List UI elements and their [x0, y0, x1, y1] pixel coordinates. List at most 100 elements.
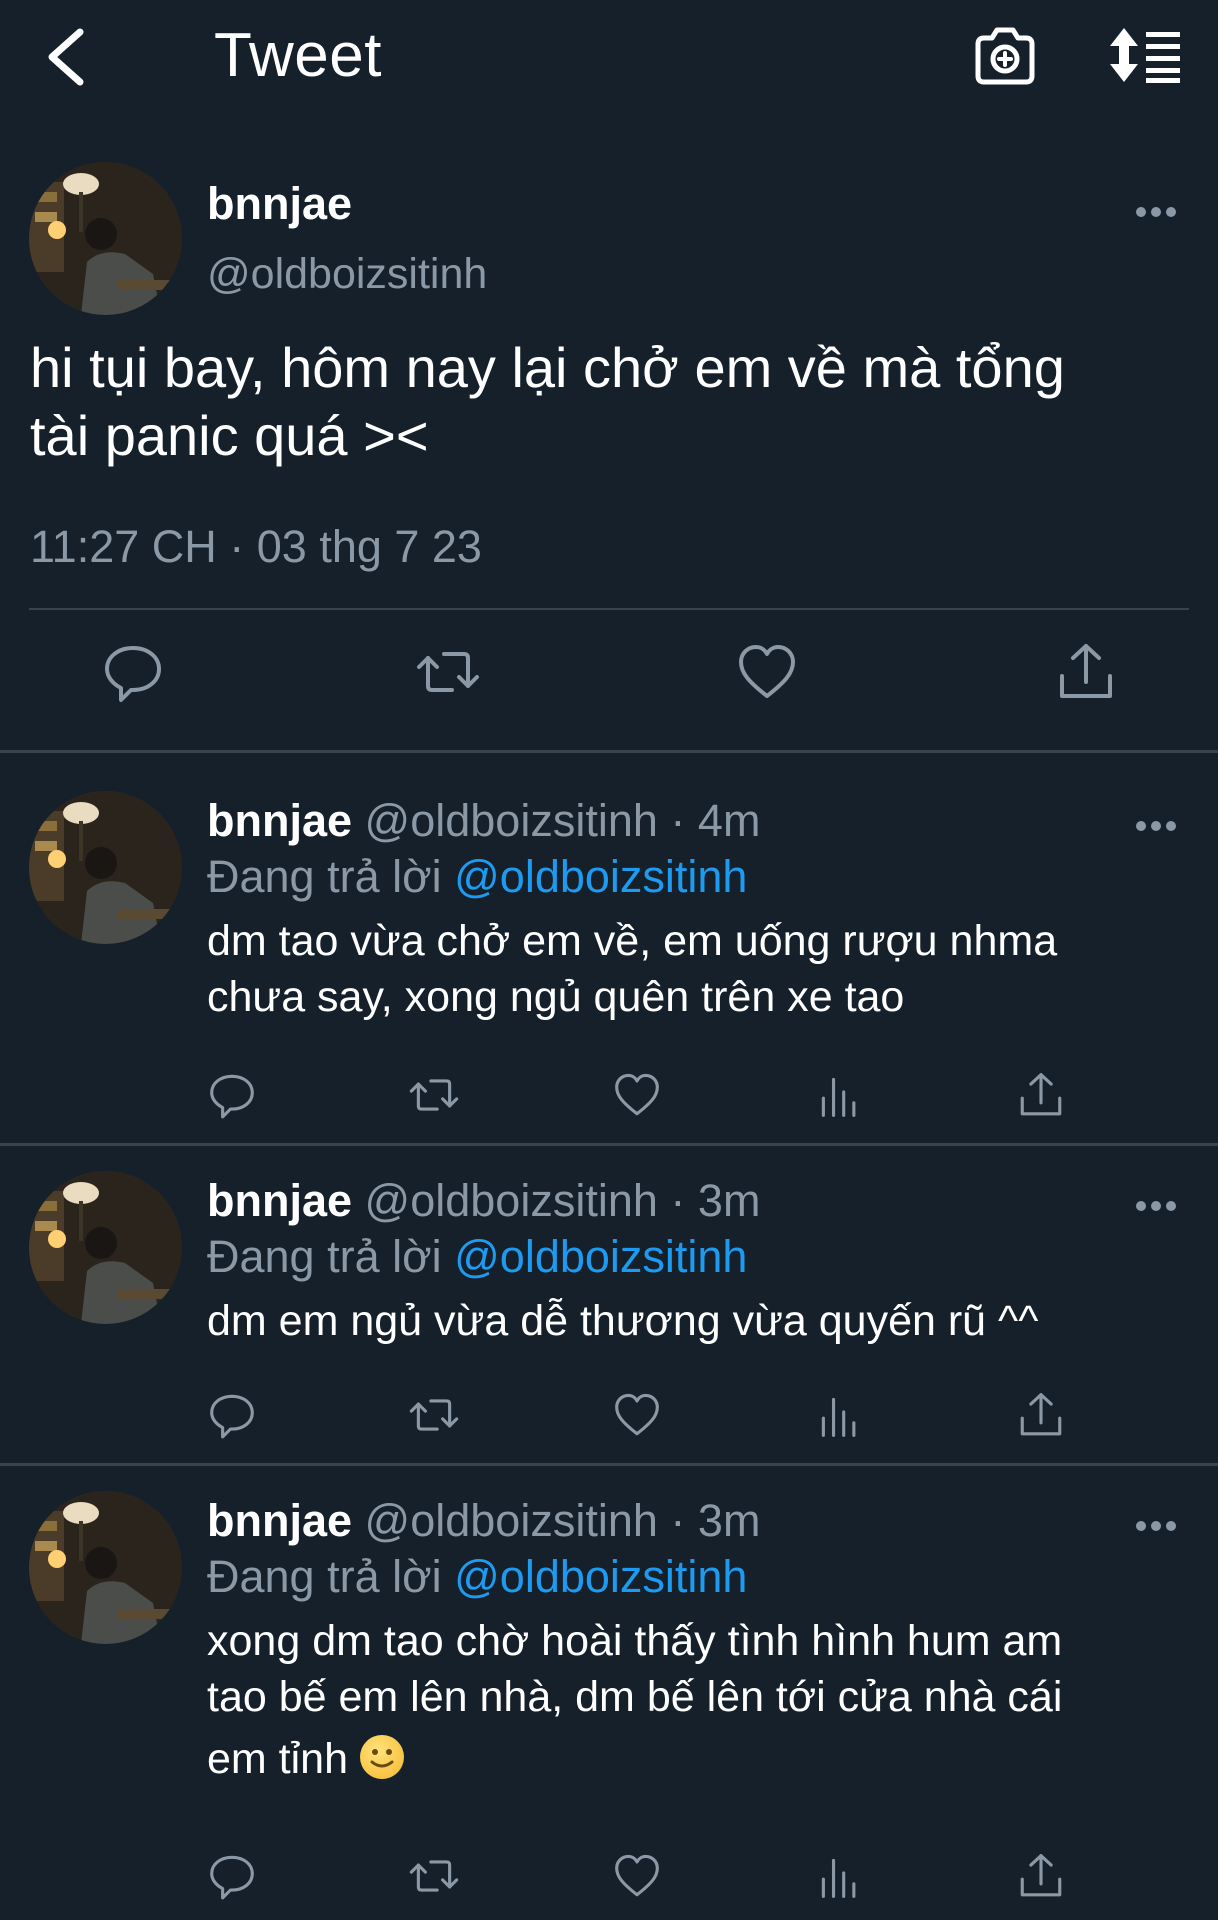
- divider: [29, 608, 1189, 610]
- author-handle[interactable]: @oldboizsitinh: [207, 250, 487, 299]
- reply-time[interactable]: 4m: [698, 795, 761, 846]
- more-icon: [1136, 207, 1176, 217]
- like-button[interactable]: [612, 1390, 662, 1440]
- back-button[interactable]: [40, 26, 96, 88]
- more-options-button[interactable]: [1134, 1519, 1178, 1533]
- share-button[interactable]: [1054, 640, 1118, 704]
- main-tweet: bnnjae @oldboizsitinh hi tụi bay, hôm na…: [0, 138, 1218, 750]
- share-button[interactable]: [1016, 1851, 1066, 1901]
- retweet-button[interactable]: [409, 1390, 459, 1440]
- reply-header: bnnjae @oldboizsitinh · 4m: [207, 795, 760, 847]
- more-options-button[interactable]: [1134, 205, 1178, 219]
- reply-text-line: chưa say, xong ngủ quên trên xe tao: [207, 973, 905, 1021]
- author-handle[interactable]: @oldboizsitinh: [365, 1175, 658, 1226]
- avatar[interactable]: [29, 791, 182, 944]
- tweet-timestamp[interactable]: 11:27 CH · 03 thg 7 23: [30, 521, 482, 573]
- separator-dot: ·: [670, 795, 686, 846]
- replying-to: Đang trả lời @oldboizsitinh: [207, 1231, 747, 1283]
- reply-text-line: xong dm tao chờ hoài thấy tình hình hum …: [207, 1617, 1063, 1665]
- camera-button[interactable]: [972, 24, 1038, 86]
- more-options-button[interactable]: [1134, 819, 1178, 833]
- reply-tweet[interactable]: bnnjae @oldboizsitinh · 3m Đang trả lời …: [0, 1133, 1218, 1463]
- reply-icon: [210, 1855, 254, 1900]
- reply-button[interactable]: [207, 1070, 257, 1120]
- reply-icon: [210, 1394, 254, 1439]
- reply-text: dm tao vừa chở em về, em uống rượu nhma …: [207, 913, 1187, 1025]
- share-button[interactable]: [1016, 1070, 1066, 1120]
- mention-link[interactable]: @oldboizsitinh: [454, 1551, 747, 1602]
- retweet-button[interactable]: [409, 1070, 459, 1120]
- separator-dot: ·: [670, 1495, 686, 1546]
- analytics-button[interactable]: [814, 1851, 864, 1901]
- author-name[interactable]: bnnjae: [207, 1495, 352, 1546]
- avatar-photo: [29, 1171, 182, 1324]
- reply-button[interactable]: [207, 1851, 257, 1901]
- reply-actions: [0, 1390, 1218, 1450]
- author-handle[interactable]: @oldboizsitinh: [365, 1495, 658, 1546]
- reply-button[interactable]: [101, 640, 165, 704]
- replying-to: Đang trả lời @oldboizsitinh: [207, 851, 747, 903]
- retweet-icon: [409, 1860, 459, 1892]
- reply-tweet[interactable]: bnnjae @oldboizsitinh · 4m Đang trả lời …: [0, 753, 1218, 1143]
- like-button[interactable]: [612, 1851, 662, 1901]
- retweet-button[interactable]: [416, 640, 480, 704]
- replying-to-label: Đang trả lời: [207, 851, 442, 902]
- author-name[interactable]: bnnjae: [207, 1175, 352, 1226]
- like-button[interactable]: [612, 1070, 662, 1120]
- reply-icon: [210, 1074, 254, 1119]
- avatar[interactable]: [29, 1171, 182, 1324]
- share-icon: [1020, 1073, 1062, 1116]
- reply-button[interactable]: [207, 1390, 257, 1440]
- reply-text-line: dm tao vừa chở em về, em uống rượu nhma: [207, 917, 1058, 965]
- more-icon: [1136, 821, 1176, 831]
- page-title: Tweet: [214, 21, 382, 90]
- analytics-icon: [821, 1077, 856, 1117]
- reply-tweet[interactable]: bnnjae @oldboizsitinh · 3m Đang trả lời …: [0, 1453, 1218, 1920]
- analytics-button[interactable]: [814, 1070, 864, 1120]
- like-button[interactable]: [735, 640, 799, 704]
- like-icon: [739, 645, 795, 698]
- share-icon: [1020, 1393, 1062, 1436]
- reply-text-line: tao bế em lên nhà, dm bế lên tới cửa nhà…: [207, 1673, 1063, 1721]
- mention-link[interactable]: @oldboizsitinh: [454, 1231, 747, 1282]
- reply-header: bnnjae @oldboizsitinh · 3m: [207, 1495, 760, 1547]
- reply-time[interactable]: 3m: [698, 1495, 761, 1546]
- author-name[interactable]: bnnjae: [207, 178, 352, 230]
- reply-text: dm em ngủ vừa dễ thương vừa quyến rũ ^^: [207, 1293, 1187, 1349]
- slightly-smiling-face-emoji: [359, 1735, 404, 1779]
- like-icon: [615, 1393, 659, 1436]
- retweet-button[interactable]: [409, 1851, 459, 1901]
- camera-plus-icon: [975, 27, 1035, 85]
- like-icon: [615, 1073, 659, 1116]
- reply-text-line: dm em ngủ vừa dễ thương vừa quyến rũ ^^: [207, 1297, 1039, 1345]
- mention-link[interactable]: @oldboizsitinh: [454, 851, 747, 902]
- author-handle[interactable]: @oldboizsitinh: [365, 795, 658, 846]
- author-name[interactable]: bnnjae: [207, 795, 352, 846]
- avatar[interactable]: [29, 162, 182, 315]
- reply-header: bnnjae @oldboizsitinh · 3m: [207, 1175, 760, 1227]
- tweet-actions: [0, 640, 1218, 720]
- analytics-icon: [821, 1858, 856, 1898]
- retweet-icon: [417, 652, 479, 692]
- more-options-button[interactable]: [1134, 1199, 1178, 1213]
- reply-text-line: em tỉnh: [207, 1731, 1187, 1787]
- smile-face-icon: [370, 1749, 394, 1768]
- reply-actions: [0, 1070, 1218, 1130]
- share-button[interactable]: [1016, 1390, 1066, 1440]
- avatar-photo: [29, 162, 182, 315]
- replying-to-label: Đang trả lời: [207, 1231, 442, 1282]
- chevron-left-icon: [48, 28, 84, 86]
- reply-time[interactable]: 3m: [698, 1175, 761, 1226]
- share-icon: [1060, 644, 1112, 698]
- avatar-photo: [29, 1491, 182, 1644]
- avatar[interactable]: [29, 1491, 182, 1644]
- sort-button[interactable]: [1108, 26, 1184, 84]
- navigation-bar: Tweet: [0, 0, 1218, 138]
- analytics-button[interactable]: [814, 1390, 864, 1440]
- reply-icon: [105, 646, 161, 702]
- analytics-icon: [821, 1397, 856, 1437]
- replying-to-label: Đang trả lời: [207, 1551, 442, 1602]
- retweet-icon: [409, 1079, 459, 1111]
- tweet-text-line: hi tụi bay, hôm nay lại chở em về mà tổn…: [30, 336, 1065, 399]
- more-icon: [1136, 1201, 1176, 1211]
